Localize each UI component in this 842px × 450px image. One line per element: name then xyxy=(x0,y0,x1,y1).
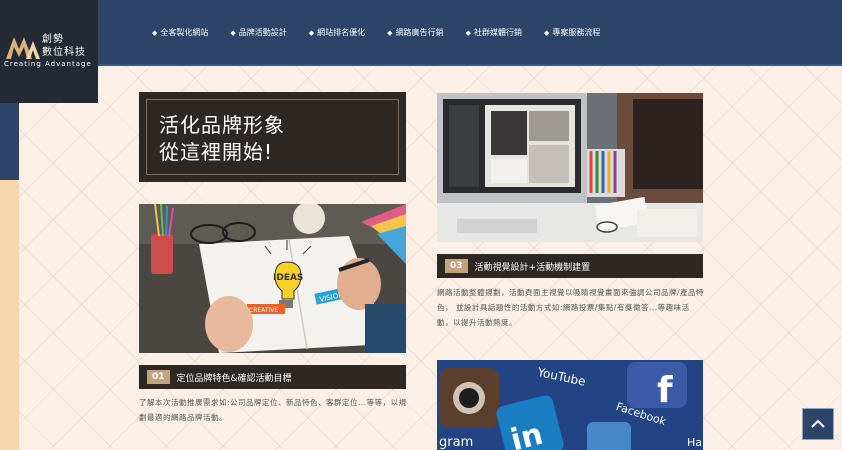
chevron-up-icon xyxy=(811,419,825,428)
logo-mark-icon xyxy=(6,37,40,59)
left-decor-strip-tan xyxy=(0,180,19,450)
ideas-illustration: IDEAS VISION CREATIVE xyxy=(139,204,406,353)
step-01-header: 01 定位品牌特色&確認活動目標 xyxy=(139,365,406,389)
step-number-badge: 03 xyxy=(445,259,468,273)
step-03-header: 03 活動視覺設計+活動機制建置 xyxy=(437,254,703,278)
step-title: 定位品牌特色&確認活動目標 xyxy=(176,373,292,384)
ideas-sketch-image: IDEAS VISION CREATIVE xyxy=(139,204,406,353)
bullet-icon: ◆ xyxy=(230,28,236,37)
social-media-image: gram YouTube f Facebook in Ha xyxy=(437,360,703,450)
step-01-description: 了解本次活動推廣需求如:公司品牌定位、新品特色、客群定位...等等，以規劃最適的… xyxy=(139,398,407,422)
ideas-text: IDEAS xyxy=(273,273,303,283)
nav-item-label: 網站排名優化 xyxy=(317,28,366,37)
site-logo[interactable]: 創勢 數位科技 Creating Advantage xyxy=(0,0,98,103)
nav-item-label: 品牌活動設計 xyxy=(238,28,287,37)
nav-item-project-process[interactable]: ◆ 專案服務流程 xyxy=(544,27,600,38)
step-number-badge: 01 xyxy=(147,370,170,384)
creative-text: CREATIVE xyxy=(249,307,278,314)
bullet-icon: ◆ xyxy=(308,28,315,37)
nav-item-label: 社群媒體行銷 xyxy=(473,28,522,37)
step-title: 活動視覺設計+活動機制建置 xyxy=(474,262,591,273)
main-nav: ◆ 全客製化網站 ◆ 品牌活動設計 ◆ 網站排名優化 ◆ 網路廣告行銷 ◆ 社群媒體行銷 … xyxy=(152,27,622,38)
back-to-top-button[interactable] xyxy=(802,408,834,440)
logo-line-1: 創勢 xyxy=(42,34,64,45)
instagram-text: gram xyxy=(439,435,473,450)
desk-illustration xyxy=(437,93,703,242)
svg-text:Ha: Ha xyxy=(687,436,702,449)
bullet-icon: ◆ xyxy=(543,28,550,37)
nav-item-online-ads[interactable]: ◆ 網路廣告行銷 xyxy=(387,27,443,38)
social-illustration: gram YouTube f Facebook in Ha xyxy=(437,360,703,450)
hero-title-line-1: 活化品牌形象 xyxy=(159,113,285,137)
hero-title-line-2: 從這裡開始! xyxy=(159,140,274,164)
nav-item-social-media[interactable]: ◆ 社群媒體行銷 xyxy=(466,27,522,38)
hero-title-card: 活化品牌形象 從這裡開始! xyxy=(139,92,406,182)
left-decor-strip-blue xyxy=(0,103,19,180)
hero-title: 活化品牌形象 從這裡開始! xyxy=(159,112,285,166)
nav-item-seo[interactable]: ◆ 網站排名優化 xyxy=(309,27,365,38)
step-03-description: 網路活動整體規劃，活動頁面主視覺以吸睛視覺畫面來強調公司品牌/產品特色， 並設計… xyxy=(437,288,705,327)
bullet-icon: ◆ xyxy=(152,28,158,37)
logo-line-2: 數位科技 xyxy=(42,47,86,58)
nav-item-label: 專案服務流程 xyxy=(552,28,601,37)
designer-desk-image xyxy=(437,93,703,242)
nav-item-brand-campaign[interactable]: ◆ 品牌活動設計 xyxy=(230,27,286,38)
svg-text:f: f xyxy=(657,370,673,411)
logo-chinese-name: 創勢 數位科技 xyxy=(42,33,86,59)
nav-item-label: 網路廣告行銷 xyxy=(395,28,444,37)
nav-item-label: 全客製化網站 xyxy=(160,28,209,37)
bullet-icon: ◆ xyxy=(387,28,393,37)
logo-tagline: Creating Advantage xyxy=(4,60,92,68)
top-navbar: ◆ 全客製化網站 ◆ 品牌活動設計 ◆ 網站排名優化 ◆ 網路廣告行銷 ◆ 社群媒體行銷 … xyxy=(0,0,842,66)
bullet-icon: ◆ xyxy=(465,28,471,37)
nav-item-custom-website[interactable]: ◆ 全客製化網站 xyxy=(152,27,208,38)
